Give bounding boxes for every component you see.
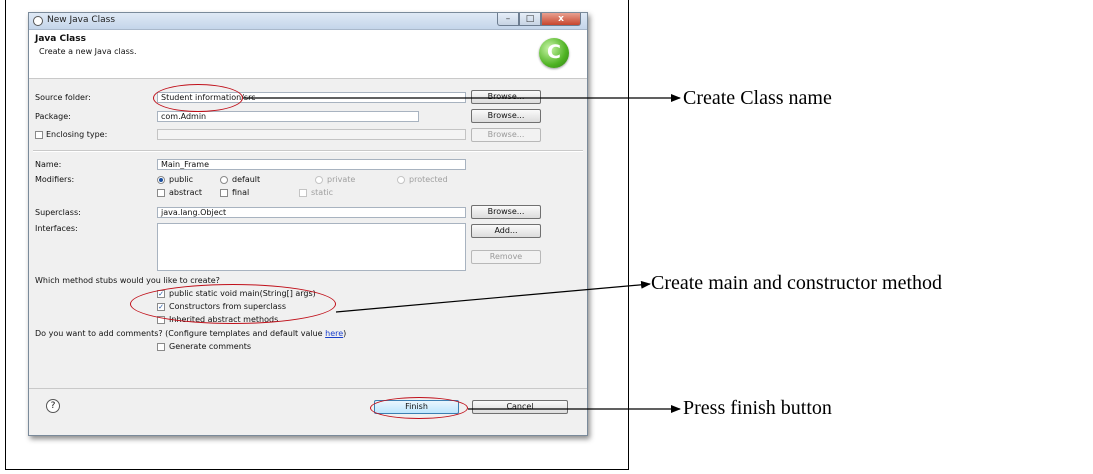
press-finish-annotation: Press finish button <box>683 397 832 419</box>
main-constructor-arrow <box>335 280 651 313</box>
create-main-constructor-annotation: Create main and constructor method <box>651 272 943 294</box>
annotation-arrows <box>243 94 681 413</box>
create-class-name-annotation: Create Class name <box>683 87 832 109</box>
